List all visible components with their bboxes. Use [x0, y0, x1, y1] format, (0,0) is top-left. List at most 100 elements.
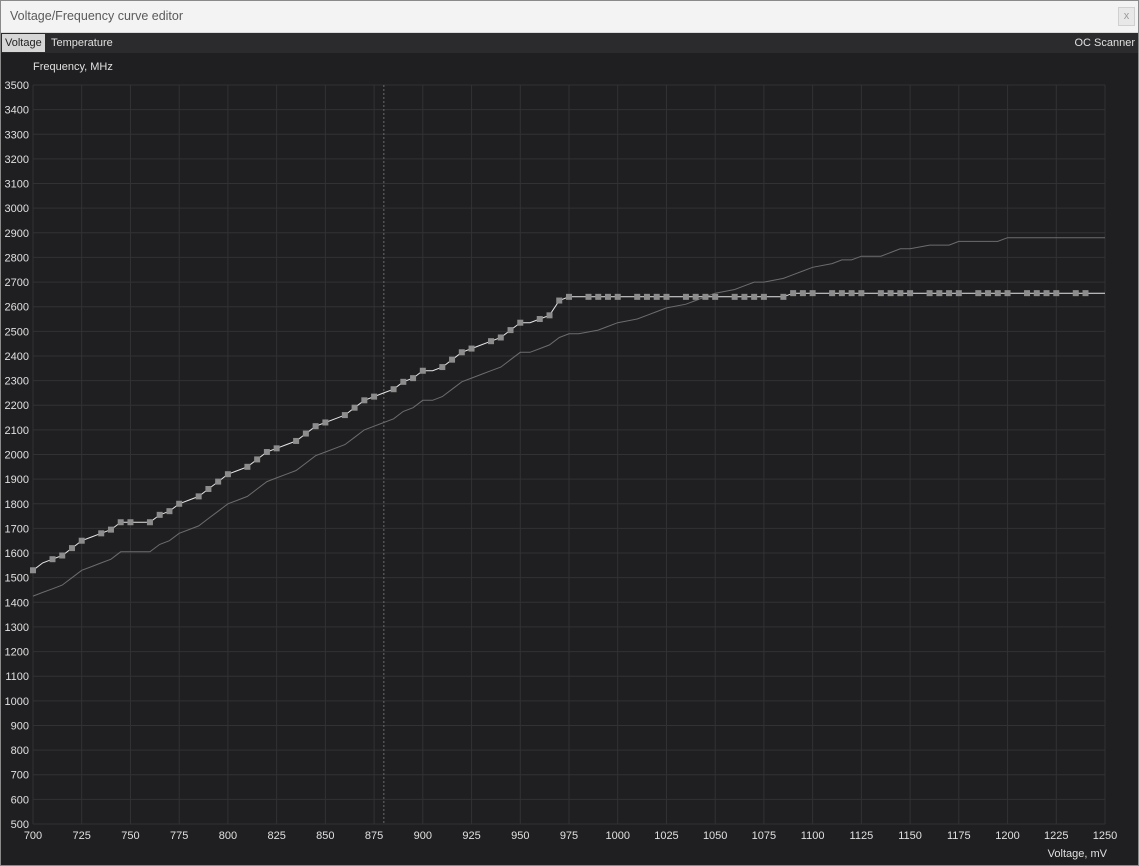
curve-point[interactable]	[994, 290, 1001, 297]
curve-point[interactable]	[156, 511, 163, 518]
curve-point[interactable]	[195, 493, 202, 500]
curve-point[interactable]	[215, 478, 222, 485]
curve-point[interactable]	[1024, 290, 1031, 297]
curve-point[interactable]	[634, 293, 641, 300]
curve-point[interactable]	[497, 334, 504, 341]
curve-point[interactable]	[107, 526, 114, 533]
y-tick-label: 2600	[5, 302, 29, 314]
curve-point[interactable]	[936, 290, 943, 297]
curve-point[interactable]	[146, 519, 153, 526]
curve-point[interactable]	[293, 437, 300, 444]
curve-point[interactable]	[955, 290, 962, 297]
curve-point[interactable]	[390, 386, 397, 393]
curve-point[interactable]	[410, 375, 417, 382]
curve-point[interactable]	[536, 316, 543, 323]
curve-point[interactable]	[341, 412, 348, 419]
curve-point[interactable]	[985, 290, 992, 297]
curve-point[interactable]	[302, 430, 309, 437]
curve-point[interactable]	[507, 327, 514, 334]
y-tick-label: 2200	[5, 400, 29, 412]
curve-point[interactable]	[1043, 290, 1050, 297]
curve-point[interactable]	[254, 456, 261, 463]
y-axis-title: Frequency, MHz	[33, 61, 113, 73]
curve-point[interactable]	[614, 293, 621, 300]
curve-point[interactable]	[780, 293, 787, 300]
curve-point[interactable]	[49, 556, 56, 563]
curve-point[interactable]	[166, 508, 173, 515]
curve-point[interactable]	[653, 293, 660, 300]
curve-point[interactable]	[458, 349, 465, 356]
curve-point[interactable]	[663, 293, 670, 300]
y-tick-label: 2000	[5, 450, 29, 462]
curve-point[interactable]	[98, 530, 105, 537]
curve-point[interactable]	[702, 293, 709, 300]
curve-point[interactable]	[488, 338, 495, 345]
x-tick-label: 1100	[801, 830, 825, 842]
curve-point[interactable]	[848, 290, 855, 297]
x-tick-label: 1150	[898, 830, 922, 842]
curve-point[interactable]	[877, 290, 884, 297]
curve-point[interactable]	[117, 519, 124, 526]
curve-point[interactable]	[1082, 290, 1089, 297]
curve-point[interactable]	[30, 567, 36, 574]
curve-point[interactable]	[585, 293, 592, 300]
curve-point[interactable]	[312, 423, 319, 430]
curve-point[interactable]	[946, 290, 953, 297]
curve-point[interactable]	[712, 293, 719, 300]
x-tick-label: 1225	[1044, 830, 1068, 842]
curve-point[interactable]	[400, 378, 407, 385]
curve-point[interactable]	[468, 345, 475, 352]
curve-point[interactable]	[127, 519, 134, 526]
curve-point[interactable]	[760, 293, 767, 300]
curve-point[interactable]	[361, 397, 368, 404]
curve-point[interactable]	[546, 312, 553, 319]
curve-point[interactable]	[692, 293, 699, 300]
curve-point[interactable]	[897, 290, 904, 297]
y-tick-label: 2400	[5, 351, 29, 363]
curve-point[interactable]	[322, 419, 329, 426]
curve-point[interactable]	[273, 445, 280, 452]
curve-point[interactable]	[975, 290, 982, 297]
curve-point[interactable]	[371, 393, 378, 400]
curve-point[interactable]	[809, 290, 816, 297]
curve-point[interactable]	[751, 293, 758, 300]
curve-point[interactable]	[59, 552, 66, 559]
curve-point[interactable]	[351, 404, 358, 411]
curve-point[interactable]	[595, 293, 602, 300]
curve-point[interactable]	[838, 290, 845, 297]
curve-point[interactable]	[741, 293, 748, 300]
curve-point[interactable]	[1033, 290, 1040, 297]
curve-point[interactable]	[244, 463, 251, 470]
curve-point[interactable]	[682, 293, 689, 300]
curve-point[interactable]	[799, 290, 806, 297]
x-tick-label: 950	[511, 830, 529, 842]
curve-point[interactable]	[887, 290, 894, 297]
curve-point[interactable]	[731, 293, 738, 300]
curve-point[interactable]	[858, 290, 865, 297]
curve-point[interactable]	[78, 537, 85, 544]
x-tick-label: 1075	[752, 830, 776, 842]
curve-point[interactable]	[449, 356, 456, 363]
curve-point[interactable]	[205, 485, 212, 492]
curve-point[interactable]	[1072, 290, 1079, 297]
curve-point[interactable]	[643, 293, 650, 300]
curve-point[interactable]	[829, 290, 836, 297]
curve-point[interactable]	[263, 449, 270, 456]
curve-point[interactable]	[604, 293, 611, 300]
curve-point[interactable]	[176, 500, 183, 507]
x-tick-label: 1000	[605, 830, 629, 842]
curve-point[interactable]	[566, 293, 572, 300]
curve-point[interactable]	[1053, 290, 1060, 297]
curve-point[interactable]	[517, 319, 524, 326]
curve-point[interactable]	[790, 290, 797, 297]
curve-point[interactable]	[907, 290, 914, 297]
curve-point[interactable]	[926, 290, 933, 297]
curve-point[interactable]	[439, 364, 446, 371]
vf-curve-chart[interactable]: 5006007008009001000110012001300140015001…	[0, 0, 1139, 866]
x-axis-title: Voltage, mV	[1047, 848, 1107, 860]
curve-point[interactable]	[224, 471, 231, 478]
curve-point[interactable]	[556, 297, 563, 304]
curve-point[interactable]	[68, 545, 75, 552]
curve-point[interactable]	[1004, 290, 1011, 297]
curve-point[interactable]	[419, 367, 426, 374]
